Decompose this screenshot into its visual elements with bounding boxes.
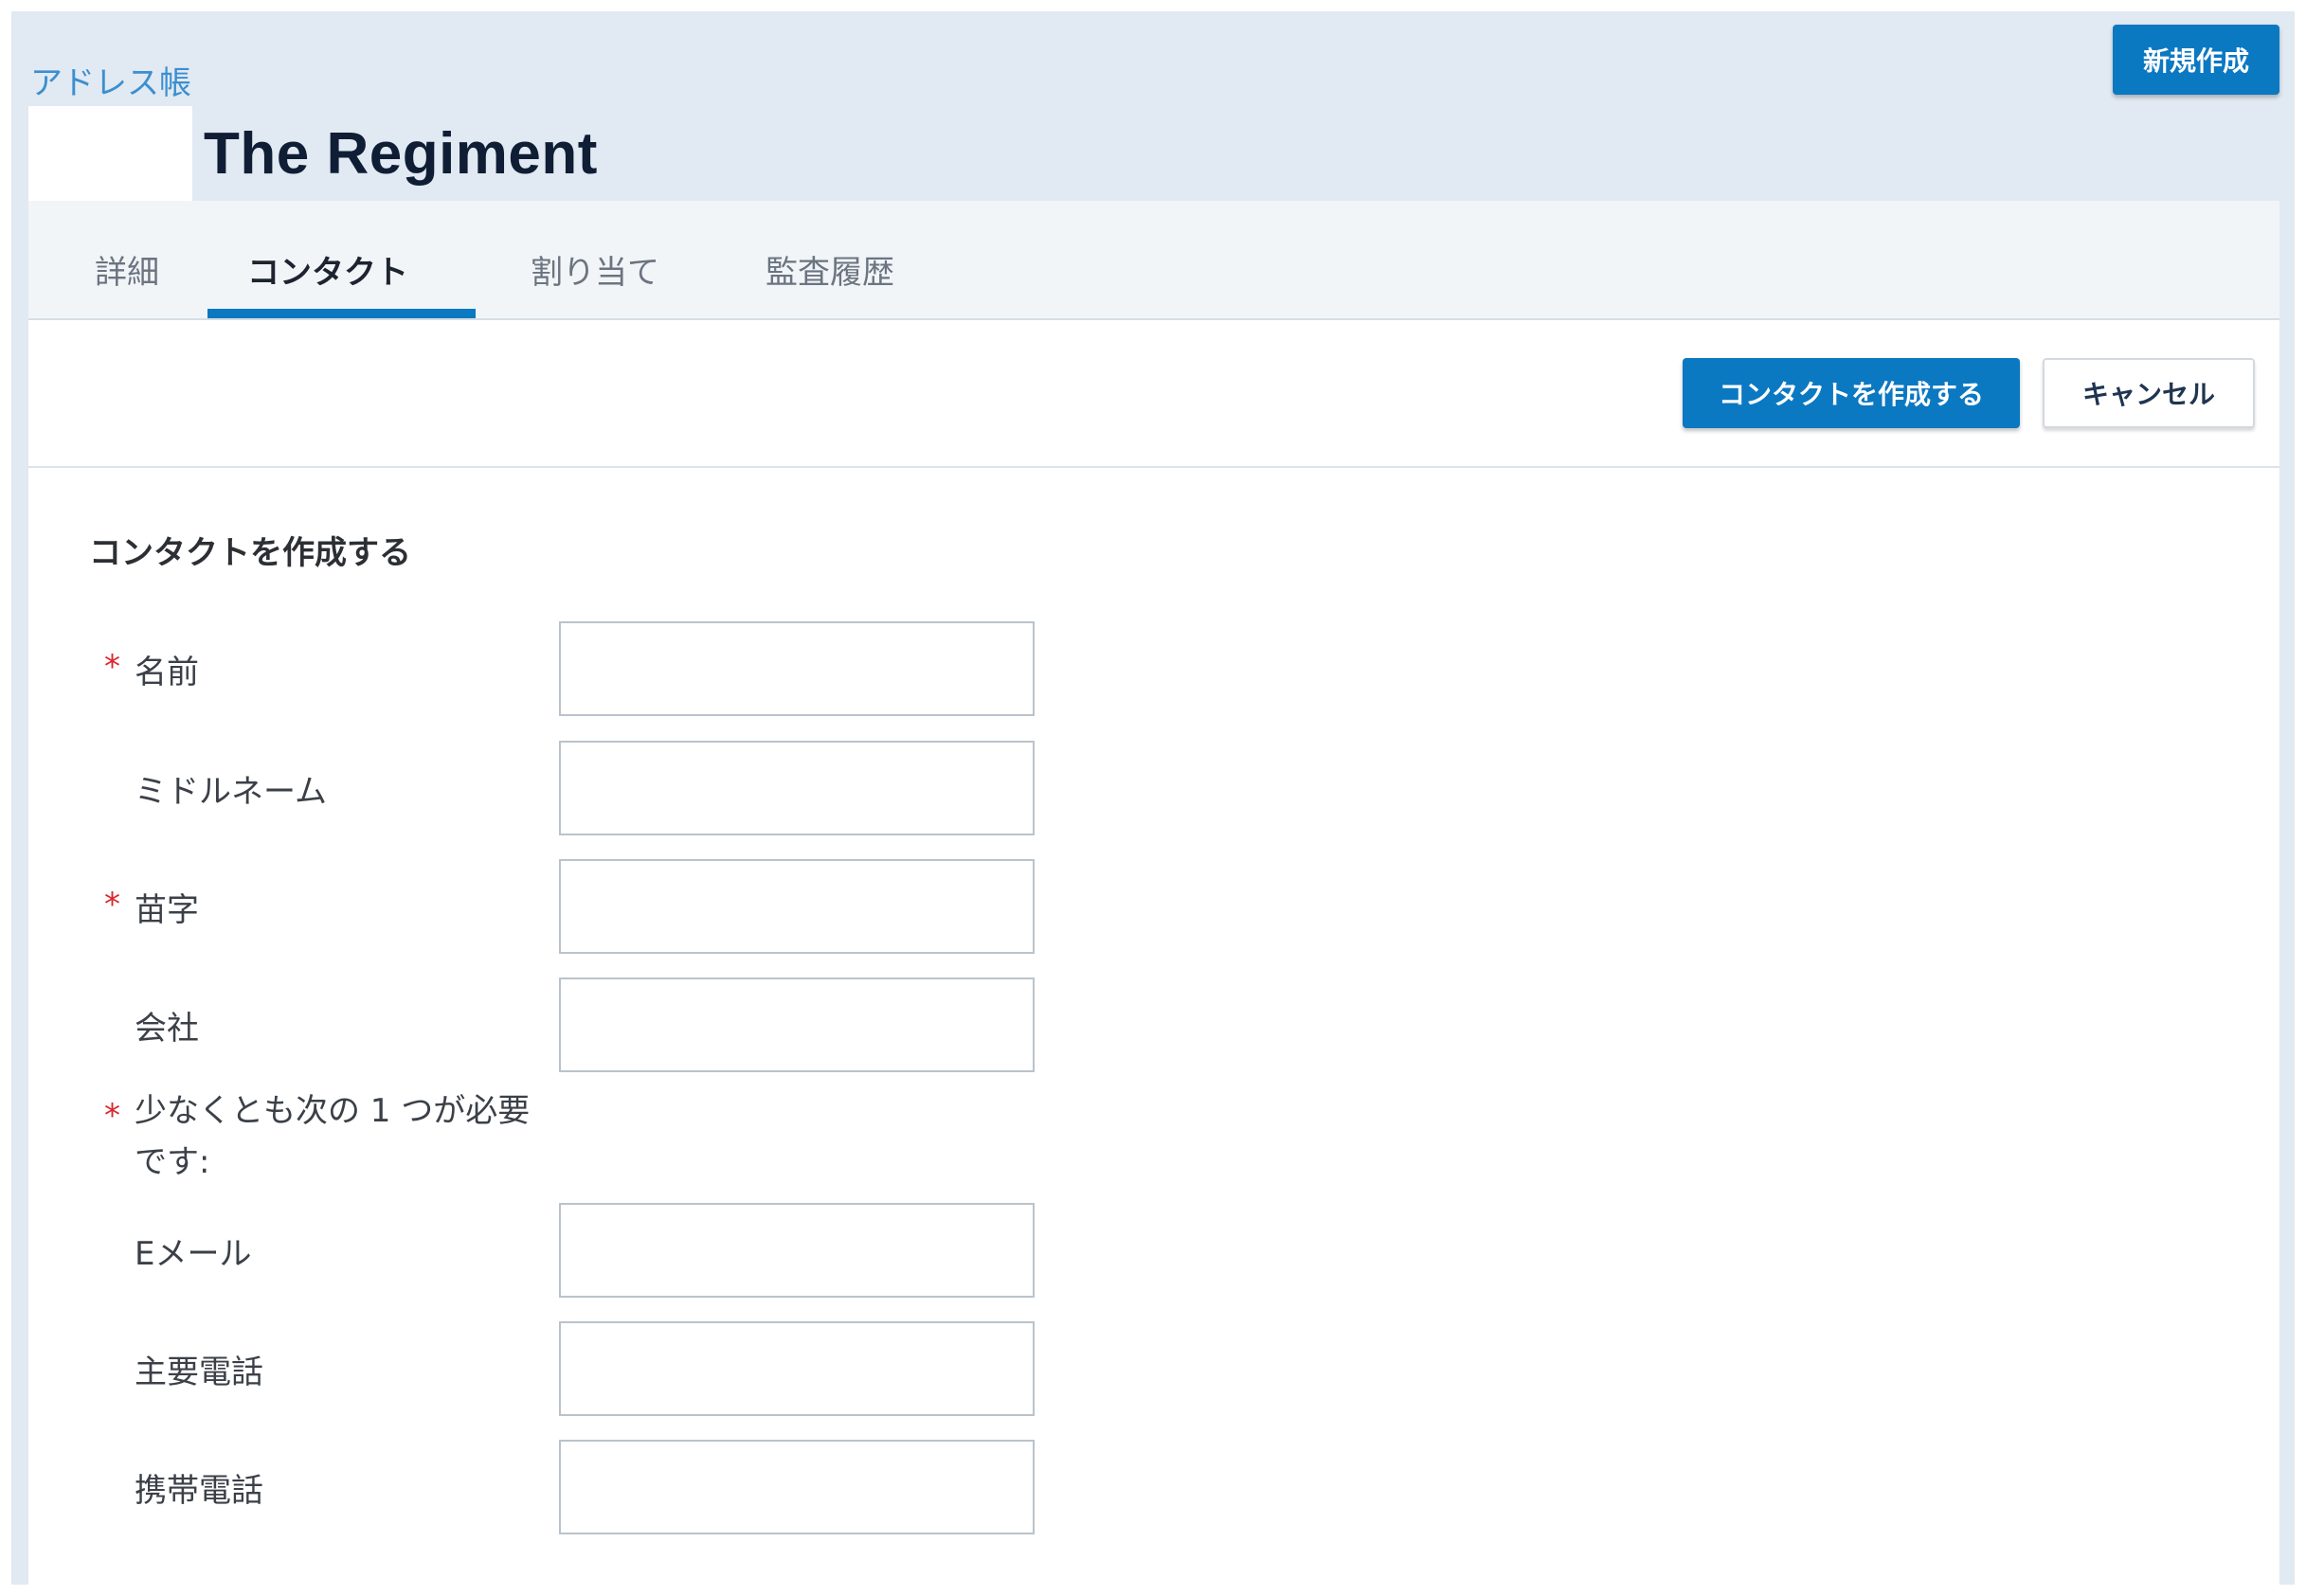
last-name-label: 苗字	[135, 891, 199, 929]
main-panel: コンタクトを作成する キャンセル コンタクトを作成する * 名前 ミドルネーム …	[28, 320, 2279, 1585]
field-row-company: 会社	[28, 977, 2279, 1072]
cancel-button[interactable]: キャンセル	[2043, 358, 2255, 428]
field-row-main-phone: 主要電話	[28, 1321, 2279, 1416]
active-tab-indicator	[207, 309, 476, 318]
main-phone-label: 主要電話	[135, 1354, 263, 1391]
email-label: Eメール	[135, 1235, 252, 1273]
company-label: 会社	[135, 1010, 199, 1048]
field-row-mobile-phone: 携帯電話	[28, 1440, 2279, 1534]
last-name-input[interactable]	[559, 859, 1035, 954]
tab-assignments[interactable]: 割り当て	[531, 246, 659, 293]
breadcrumb-address-book[interactable]: アドレス帳	[30, 57, 191, 103]
field-row-first-name: * 名前	[28, 621, 2279, 716]
at-least-one-text: 少なくとも次の 1 つが必要 です:	[135, 1085, 551, 1188]
at-least-one-line-2: です:	[135, 1143, 210, 1181]
middle-name-input[interactable]	[559, 741, 1035, 835]
form-toolbar: コンタクトを作成する キャンセル	[28, 320, 2279, 468]
required-mark: *	[104, 886, 120, 924]
field-row-email: Eメール	[28, 1203, 2279, 1298]
field-row-middle-name: ミドルネーム	[28, 741, 2279, 835]
create-contact-button[interactable]: コンタクトを作成する	[1683, 358, 2020, 428]
required-mark: *	[104, 1097, 120, 1135]
mobile-phone-input[interactable]	[559, 1440, 1035, 1534]
tab-contacts[interactable]: コンタクト	[247, 246, 408, 293]
at-least-one-notice: * 少なくとも次の 1 つが必要 です:	[28, 1085, 2279, 1199]
first-name-label: 名前	[135, 654, 199, 691]
company-input[interactable]	[559, 977, 1035, 1072]
mobile-phone-label: 携帯電話	[135, 1472, 263, 1510]
middle-name-label: ミドルネーム	[135, 773, 327, 811]
tab-details[interactable]: 詳細	[95, 246, 159, 293]
page-frame: アドレス帳 The Regiment 新規作成 詳細 コンタクト 割り当て 監査…	[11, 11, 2295, 1585]
email-input[interactable]	[559, 1203, 1035, 1298]
page-title: The Regiment	[204, 121, 598, 187]
company-logo	[28, 106, 192, 208]
tab-bar: 詳細 コンタクト 割り当て 監査履歴	[28, 201, 2279, 320]
tab-audit-history[interactable]: 監査履歴	[766, 246, 894, 293]
form-title: コンタクトを作成する	[89, 534, 411, 572]
at-least-one-line-1: 少なくとも次の 1 つが必要	[135, 1092, 531, 1130]
required-mark: *	[104, 648, 120, 686]
first-name-input[interactable]	[559, 621, 1035, 716]
new-button[interactable]: 新規作成	[2113, 25, 2279, 95]
main-phone-input[interactable]	[559, 1321, 1035, 1416]
field-row-last-name: * 苗字	[28, 859, 2279, 954]
